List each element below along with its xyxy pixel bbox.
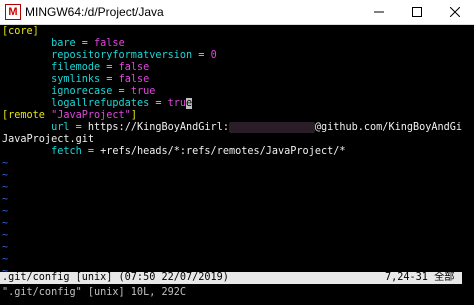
config-line: ignorecase = true xyxy=(2,86,155,98)
minimize-button[interactable] xyxy=(360,0,398,24)
config-key: url xyxy=(51,122,70,133)
section-header-end: ] xyxy=(130,110,137,121)
config-key: repositoryformatversion xyxy=(51,50,193,61)
empty-line-tilde: ~ xyxy=(2,158,9,169)
config-value: +refs/heads/*:refs/remotes/JavaProject/* xyxy=(100,146,346,157)
title-bar: M MINGW64:/d/Project/Java xyxy=(0,0,474,25)
config-value-wrap: JavaProject.git xyxy=(2,134,95,145)
equals: = xyxy=(75,38,95,49)
maximize-icon xyxy=(412,7,422,17)
config-key: logallrefupdates xyxy=(51,98,150,109)
empty-line-tilde: ~ xyxy=(2,254,9,265)
redacted-token: xxxxxxxxxxxxxx xyxy=(228,122,315,133)
equals: = xyxy=(100,62,119,73)
equals: = xyxy=(100,74,119,85)
equals: = xyxy=(192,50,211,61)
config-value: tru xyxy=(167,98,187,109)
section-string: "JavaProject" xyxy=(51,110,131,121)
close-button[interactable] xyxy=(436,0,474,24)
empty-line-tilde: ~ xyxy=(2,194,9,205)
terminal-window: M MINGW64:/d/Project/Java [core] bare = … xyxy=(0,0,474,305)
window-title: MINGW64:/d/Project/Java xyxy=(25,5,164,19)
status-cursor-position: 7,24-31 全部 xyxy=(385,272,455,283)
status-file-info: .git/config [unix] (07:50 22/07/2019) xyxy=(2,272,229,283)
section-header: [core] xyxy=(2,26,39,37)
config-value: false xyxy=(118,62,150,73)
empty-line-tilde: ~ xyxy=(2,242,9,253)
config-line: [core] xyxy=(2,26,39,38)
vim-editor[interactable]: [core] bare = false repositoryformatvers… xyxy=(0,25,462,305)
config-line: symlinks = false xyxy=(2,74,149,86)
config-line: fetch = +refs/heads/*:refs/remotes/JavaP… xyxy=(2,146,346,158)
scrollbar[interactable] xyxy=(462,25,474,305)
empty-line-tilde: ~ xyxy=(2,182,9,193)
mingw-app-icon[interactable]: M xyxy=(5,4,21,20)
equals: = xyxy=(81,146,101,157)
config-key: fetch xyxy=(51,146,82,157)
config-line: bare = false xyxy=(2,38,125,50)
close-icon xyxy=(450,7,460,17)
config-line: [remote "JavaProject"] xyxy=(2,110,137,122)
equals: = xyxy=(69,122,88,133)
config-line: url = https://KingBoyAndGirl:xxxxxxxxxxx… xyxy=(2,122,462,134)
config-line: filemode = false xyxy=(2,62,149,74)
config-key: ignorecase xyxy=(51,86,113,97)
config-value: true xyxy=(130,86,156,97)
config-value: https://KingBoyAndGirl: xyxy=(87,122,229,133)
empty-line-tilde: ~ xyxy=(2,170,9,181)
equals: = xyxy=(112,86,131,97)
config-key: bare xyxy=(51,38,76,49)
empty-line-tilde: ~ xyxy=(2,230,9,241)
vim-message-line: ".git/config" [unix] 10L, 292C xyxy=(2,287,187,298)
config-line: JavaProject.git xyxy=(2,134,94,146)
config-value: false xyxy=(118,74,150,85)
vim-status-bar: .git/config [unix] (07:50 22/07/2019) 7,… xyxy=(0,272,462,284)
config-line: repositoryformatversion = 0 xyxy=(2,50,217,62)
equals: = xyxy=(149,98,168,109)
config-line: logallrefupdates = true xyxy=(2,98,193,110)
text-cursor: e xyxy=(186,98,193,109)
empty-line-tilde: ~ xyxy=(2,218,9,229)
config-value: @github.com/KingBoyAndGirl/ xyxy=(314,122,462,133)
minimize-icon xyxy=(374,11,384,13)
maximize-button[interactable] xyxy=(398,0,436,24)
config-key: symlinks xyxy=(51,74,101,85)
config-value: false xyxy=(94,38,125,49)
config-key: filemode xyxy=(51,62,101,73)
config-value: 0 xyxy=(210,50,217,61)
empty-line-tilde: ~ xyxy=(2,206,9,217)
section-header: [remote xyxy=(2,110,52,121)
